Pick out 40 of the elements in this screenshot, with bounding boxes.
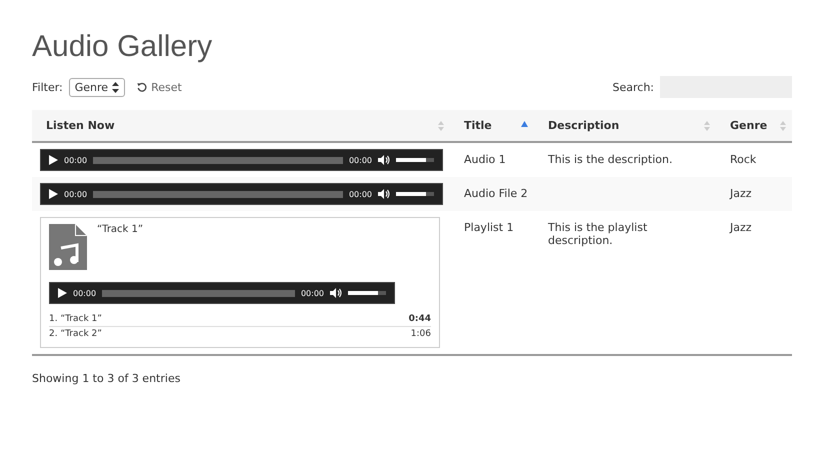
volume-icon[interactable] [378,155,390,165]
track-title: “Track 1” [97,224,144,237]
time-text: 00:00 [64,156,88,164]
column-header[interactable]: Description [534,110,716,142]
reset-icon[interactable] [137,82,148,92]
column-header[interactable]: Listen Now [32,110,450,142]
column-header[interactable]: Title [450,110,534,142]
sort-ascending-icon[interactable] [521,121,528,127]
volume-icon[interactable] [378,189,390,199]
time-text: 00:00 [348,190,372,198]
table-cell: Jazz [730,187,752,200]
playlist-item[interactable]: 2. “Track 2” 1:06 [49,327,431,341]
music-file-icon [49,224,87,270]
table-cell: This is the playlist description. [548,221,648,247]
play-icon[interactable] [49,189,58,199]
reset-button[interactable]: Reset [137,80,182,94]
table-cell: Audio 1 [464,153,506,166]
column-header[interactable]: Genre [716,110,792,142]
table-cell: This is the description. [548,153,672,166]
filter-label: Filter: [32,80,63,94]
time-text: 00:00 [64,190,88,198]
play-icon[interactable] [49,155,58,165]
time-text: 00:00 [348,156,372,164]
page-title: Audio Gallery [32,29,214,65]
time-text: 00:00 [300,288,324,298]
volume-slider[interactable] [348,291,378,295]
table-cell: Playlist 1 [464,221,514,234]
volume-slider[interactable] [396,158,426,162]
entries-info: Showing 1 to 3 of 3 entries [32,372,182,385]
playlist-item[interactable]: 1. “Track 1” 0:44 [49,312,431,327]
table-cell: Audio File 2 [464,187,528,200]
genre-select[interactable]: Genre [68,78,126,96]
search-label: Search: [612,80,654,94]
play-icon[interactable] [58,288,67,298]
volume-icon[interactable] [330,288,342,298]
volume-slider[interactable] [396,192,426,196]
table-cell: Jazz [730,221,752,234]
time-text: 00:00 [73,288,96,298]
updown-arrows-icon[interactable] [112,82,120,92]
table-cell: Rock [730,153,756,166]
